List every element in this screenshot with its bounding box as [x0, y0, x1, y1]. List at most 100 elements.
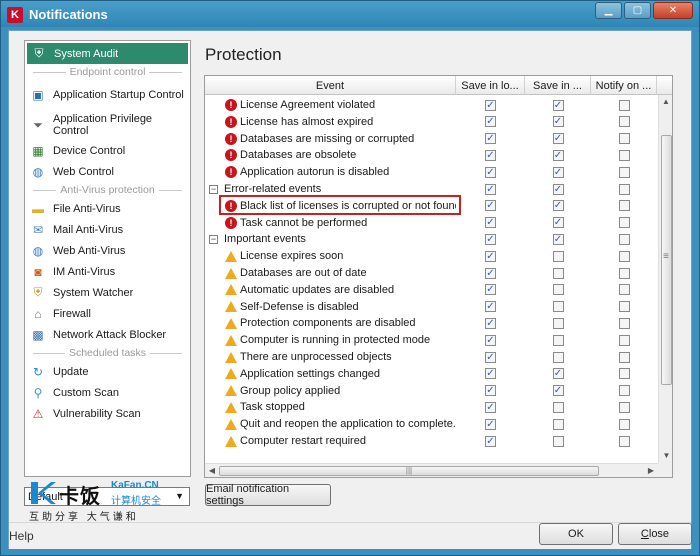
scroll-left-icon[interactable]: ◀ — [205, 464, 219, 477]
save-server-checkbox[interactable] — [552, 418, 564, 430]
save-local-checkbox[interactable] — [485, 116, 496, 128]
save-local-checkbox[interactable] — [485, 401, 496, 413]
table-row[interactable]: Databases are out of date — [205, 265, 657, 281]
save-server-checkbox[interactable] — [552, 385, 564, 397]
table-row[interactable]: Quit and reopen the application to compl… — [205, 416, 657, 432]
save-local-checkbox[interactable] — [485, 250, 496, 262]
save-server-checkbox[interactable] — [552, 351, 564, 363]
table-row[interactable]: ! License Agreement violated — [205, 97, 657, 113]
table-row[interactable]: ! License has almost expired — [205, 114, 657, 130]
group-row[interactable]: − Error-related events — [205, 181, 657, 197]
sidebar-item-device-control[interactable]: ▦ Device Control — [25, 140, 190, 161]
maximize-button[interactable]: ▢ — [624, 2, 651, 19]
table-row[interactable]: Task stopped — [205, 399, 657, 415]
notify-checkbox[interactable] — [618, 233, 630, 245]
notify-checkbox[interactable] — [618, 284, 630, 296]
column-header-event[interactable]: Event — [205, 76, 456, 95]
notify-checkbox[interactable] — [618, 133, 630, 145]
notify-checkbox[interactable] — [618, 149, 630, 161]
save-server-checkbox[interactable] — [552, 334, 564, 346]
notify-checkbox[interactable] — [618, 200, 630, 212]
table-row[interactable]: ! Task cannot be performed — [205, 215, 657, 231]
sidebar-item-web-anti-virus[interactable]: ◍ Web Anti-Virus — [25, 240, 190, 261]
save-local-checkbox[interactable] — [485, 233, 496, 245]
save-server-checkbox[interactable] — [552, 250, 564, 262]
notify-checkbox[interactable] — [618, 418, 630, 430]
save-server-checkbox[interactable] — [552, 368, 564, 380]
save-server-checkbox[interactable] — [552, 166, 564, 178]
notify-checkbox[interactable] — [618, 99, 630, 111]
save-local-checkbox[interactable] — [485, 418, 496, 430]
sidebar-item-firewall[interactable]: ⌂ Firewall — [25, 303, 190, 324]
save-local-checkbox[interactable] — [485, 267, 496, 279]
save-server-checkbox[interactable] — [552, 99, 564, 111]
collapse-icon[interactable]: − — [209, 184, 218, 194]
notify-checkbox[interactable] — [618, 435, 630, 447]
table-row[interactable]: Application settings changed — [205, 366, 657, 382]
table-row[interactable]: ! Application autorun is disabled — [205, 164, 657, 180]
save-server-checkbox[interactable] — [552, 435, 564, 447]
save-server-checkbox[interactable] — [552, 301, 564, 313]
column-header-save-server[interactable]: Save in ... — [525, 76, 591, 95]
save-server-checkbox[interactable] — [552, 183, 564, 195]
save-server-checkbox[interactable] — [552, 133, 564, 145]
save-local-checkbox[interactable] — [485, 368, 496, 380]
ok-button[interactable]: OK — [539, 523, 613, 545]
save-server-checkbox[interactable] — [552, 233, 564, 245]
notify-checkbox[interactable] — [618, 385, 630, 397]
sidebar-item-update[interactable]: ↻ Update — [25, 361, 190, 382]
close-window-button[interactable]: ✕ — [653, 2, 693, 19]
notify-checkbox[interactable] — [618, 301, 630, 313]
sidebar-item-system-watcher[interactable]: ⛨ System Watcher — [25, 282, 190, 303]
table-row[interactable]: ! Databases are obsolete — [205, 147, 657, 163]
save-server-checkbox[interactable] — [552, 284, 564, 296]
notify-checkbox[interactable] — [618, 267, 630, 279]
save-local-checkbox[interactable] — [485, 284, 496, 296]
collapse-icon[interactable]: − — [209, 234, 218, 244]
close-button[interactable]: Close — [618, 523, 692, 545]
notify-checkbox[interactable] — [618, 116, 630, 128]
save-local-checkbox[interactable] — [485, 200, 496, 212]
save-server-checkbox[interactable] — [552, 317, 564, 329]
save-local-checkbox[interactable] — [485, 149, 496, 161]
notify-checkbox[interactable] — [618, 351, 630, 363]
table-row[interactable]: Protection components are disabled — [205, 315, 657, 331]
save-local-checkbox[interactable] — [485, 334, 496, 346]
save-server-checkbox[interactable] — [552, 200, 564, 212]
email-notification-settings-button[interactable]: Email notification settings — [205, 483, 331, 507]
group-row[interactable]: − Important events — [205, 231, 657, 247]
save-server-checkbox[interactable] — [552, 217, 564, 229]
notify-checkbox[interactable] — [618, 183, 630, 195]
sidebar-item-system-audit[interactable]: ⛨ System Audit — [27, 43, 188, 64]
vertical-scroll-thumb[interactable] — [661, 135, 672, 385]
column-header-notify[interactable]: Notify on ... — [591, 76, 657, 95]
save-local-checkbox[interactable] — [485, 435, 496, 447]
save-local-checkbox[interactable] — [485, 385, 496, 397]
sidebar-item-application-privilege-control[interactable]: ⏷ Application Privilege Control — [25, 110, 190, 140]
table-row[interactable]: ! Black list of licenses is corrupted or … — [205, 198, 657, 214]
notify-checkbox[interactable] — [618, 317, 630, 329]
table-row[interactable]: There are unprocessed objects — [205, 349, 657, 365]
sidebar-item-web-control[interactable]: ◍ Web Control — [25, 161, 190, 182]
horizontal-scroll-thumb[interactable]: ||| — [219, 466, 599, 476]
sidebar-item-custom-scan[interactable]: ⚲ Custom Scan — [25, 382, 190, 403]
scroll-right-icon[interactable]: ▶ — [644, 464, 658, 477]
save-local-checkbox[interactable] — [485, 317, 496, 329]
minimize-button[interactable]: ▁ — [595, 2, 622, 19]
save-server-checkbox[interactable] — [552, 149, 564, 161]
save-server-checkbox[interactable] — [552, 401, 564, 413]
table-row[interactable]: ! Databases are missing or corrupted — [205, 131, 657, 147]
table-row[interactable]: Computer is running in protected mode — [205, 332, 657, 348]
save-server-checkbox[interactable] — [552, 116, 564, 128]
table-row[interactable]: Self-Defense is disabled — [205, 299, 657, 315]
sidebar-item-file-anti-virus[interactable]: ▬ File Anti-Virus — [25, 198, 190, 219]
sidebar-item-network-attack-blocker[interactable]: ▩ Network Attack Blocker — [25, 324, 190, 345]
table-row[interactable]: Group policy applied — [205, 383, 657, 399]
sidebar-item-vulnerability-scan[interactable]: ⚠ Vulnerability Scan — [25, 403, 190, 424]
save-local-checkbox[interactable] — [485, 217, 496, 229]
notify-checkbox[interactable] — [618, 166, 630, 178]
notify-checkbox[interactable] — [618, 217, 630, 229]
table-row[interactable]: License expires soon — [205, 248, 657, 264]
scroll-up-icon[interactable]: ▲ — [659, 95, 672, 109]
save-server-checkbox[interactable] — [552, 267, 564, 279]
